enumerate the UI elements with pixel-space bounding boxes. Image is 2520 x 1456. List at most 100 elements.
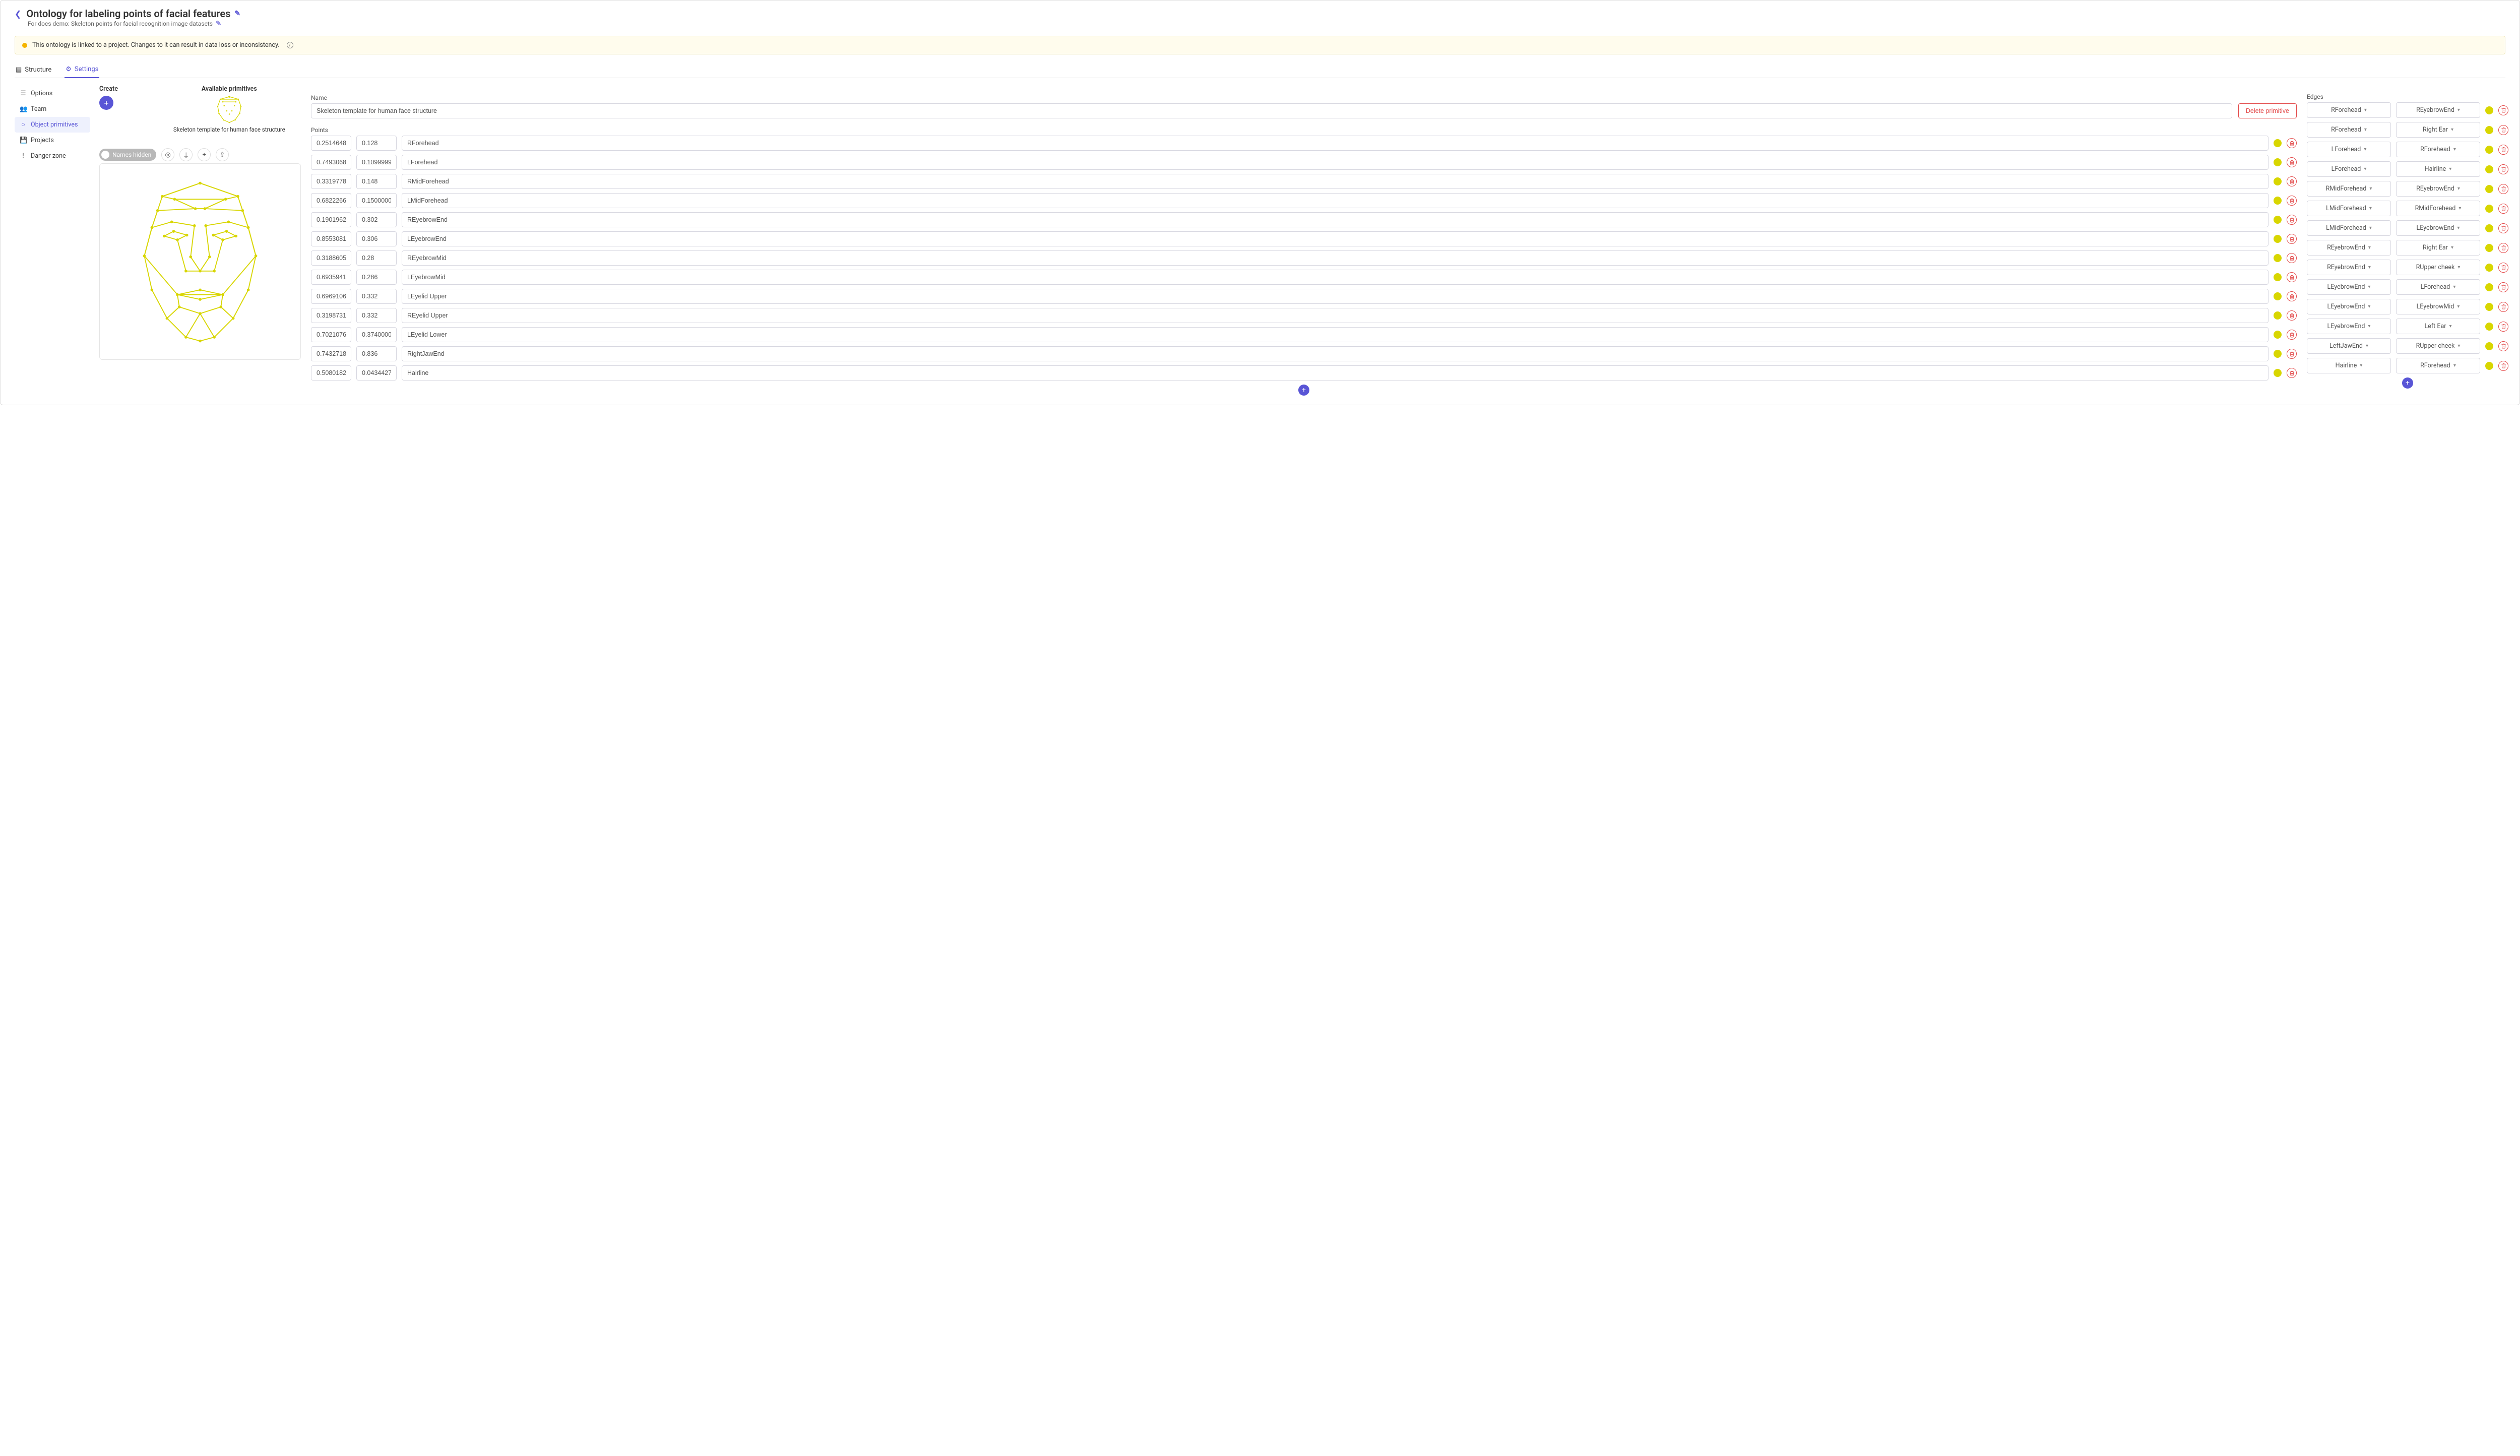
back-icon[interactable]: ❮ [15,9,21,19]
point-x-input[interactable] [311,155,351,170]
point-name-input[interactable] [402,212,2269,227]
edge-to-select[interactable]: LForehead▾ [2396,279,2480,295]
color-swatch[interactable] [2274,292,2282,300]
delete-point-button[interactable] [2287,330,2297,340]
edge-from-select[interactable]: LForehead▾ [2307,142,2391,157]
delete-point-button[interactable] [2287,196,2297,206]
color-swatch[interactable] [2485,185,2493,193]
add-edge-button[interactable]: + [2402,377,2413,389]
point-y-input[interactable] [356,289,397,304]
point-name-input[interactable] [402,308,2269,323]
point-x-input[interactable] [311,231,351,246]
point-x-input[interactable] [311,212,351,227]
point-x-input[interactable] [311,136,351,151]
point-name-input[interactable] [402,136,2269,151]
color-swatch[interactable] [2274,311,2282,320]
delete-edge-button[interactable] [2498,361,2508,371]
edge-to-select[interactable]: LEyebrowMid▾ [2396,299,2480,314]
edit-subtitle-icon[interactable]: ✎ [216,20,222,28]
point-name-input[interactable] [402,231,2269,246]
color-swatch[interactable] [2485,126,2493,134]
delete-edge-button[interactable] [2498,243,2508,253]
color-swatch[interactable] [2274,331,2282,339]
color-swatch[interactable] [2485,165,2493,173]
delete-edge-button[interactable] [2498,282,2508,292]
delete-edge-button[interactable] [2498,322,2508,332]
edge-to-select[interactable]: Right Ear▾ [2396,240,2480,256]
edge-to-select[interactable]: Right Ear▾ [2396,122,2480,138]
delete-point-button[interactable] [2287,291,2297,301]
color-swatch[interactable] [2485,146,2493,154]
skeleton-mode-button[interactable]: ⍊ [179,148,193,161]
edge-from-select[interactable]: RForehead▾ [2307,102,2391,118]
edge-from-select[interactable]: LEyebrowEnd▾ [2307,299,2391,314]
edge-from-select[interactable]: Hairline▾ [2307,358,2391,373]
edge-from-select[interactable]: REyebrowEnd▾ [2307,240,2391,256]
point-x-input[interactable] [311,250,351,266]
point-x-input[interactable] [311,308,351,323]
delete-edge-button[interactable] [2498,164,2508,174]
delete-edge-button[interactable] [2498,125,2508,135]
edge-to-select[interactable]: REyebrowEnd▾ [2396,102,2480,118]
add-point-button[interactable]: + [198,148,211,161]
point-name-input[interactable] [402,193,2269,208]
point-x-input[interactable] [311,327,351,342]
recenter-button[interactable]: ◎ [161,148,174,161]
point-name-input[interactable] [402,365,2269,381]
delete-edge-button[interactable] [2498,263,2508,273]
color-swatch[interactable] [2485,362,2493,370]
delete-point-button[interactable] [2287,157,2297,167]
edge-to-select[interactable]: REyebrowEnd▾ [2396,181,2480,197]
color-swatch[interactable] [2274,216,2282,224]
sidebar-item-projects[interactable]: 💾 Projects [15,133,90,148]
point-y-input[interactable] [356,250,397,266]
point-name-input[interactable] [402,155,2269,170]
point-y-input[interactable] [356,365,397,381]
point-y-input[interactable] [356,212,397,227]
delete-point-button[interactable] [2287,215,2297,225]
edge-from-select[interactable]: LEyebrowEnd▾ [2307,319,2391,334]
edge-to-select[interactable]: RForehead▾ [2396,142,2480,157]
color-swatch[interactable] [2485,244,2493,252]
point-y-input[interactable] [356,308,397,323]
delete-point-button[interactable] [2287,138,2297,148]
edit-title-icon[interactable]: ✎ [234,10,240,18]
color-swatch[interactable] [2274,254,2282,262]
delete-point-button[interactable] [2287,368,2297,378]
color-swatch[interactable] [2485,205,2493,213]
delete-edge-button[interactable] [2498,204,2508,214]
delete-edge-button[interactable] [2498,184,2508,194]
edge-to-select[interactable]: LEyebrowEnd▾ [2396,220,2480,236]
names-visibility-toggle[interactable]: Names hidden [99,149,156,161]
point-x-input[interactable] [311,270,351,285]
point-y-input[interactable] [356,346,397,361]
primitive-thumbnail[interactable] [213,95,245,123]
delete-edge-button[interactable] [2498,105,2508,115]
edge-to-select[interactable]: RForehead▾ [2396,358,2480,373]
edge-from-select[interactable]: LMidForehead▾ [2307,201,2391,216]
delete-point-button[interactable] [2287,272,2297,282]
edge-from-select[interactable]: LeftJawEnd▾ [2307,338,2391,354]
delete-point-button[interactable] [2287,349,2297,359]
point-name-input[interactable] [402,289,2269,304]
info-icon[interactable]: i [287,42,293,48]
edge-from-select[interactable]: LEyebrowEnd▾ [2307,279,2391,295]
edge-to-select[interactable]: RMidForehead▾ [2396,201,2480,216]
delete-edge-button[interactable] [2498,302,2508,312]
skeleton-canvas-card[interactable] [99,163,301,360]
color-swatch[interactable] [2274,177,2282,185]
color-swatch[interactable] [2485,323,2493,331]
edge-from-select[interactable]: LForehead▾ [2307,161,2391,177]
color-swatch[interactable] [2485,106,2493,114]
point-x-input[interactable] [311,193,351,208]
sidebar-item-object-primitives[interactable]: ○ Object primitives [15,117,90,133]
point-name-input[interactable] [402,327,2269,342]
point-y-input[interactable] [356,193,397,208]
color-swatch[interactable] [2274,197,2282,205]
point-x-input[interactable] [311,365,351,381]
point-y-input[interactable] [356,270,397,285]
delete-point-button[interactable] [2287,234,2297,244]
color-swatch[interactable] [2274,235,2282,243]
edge-to-select[interactable]: Hairline▾ [2396,161,2480,177]
point-y-input[interactable] [356,231,397,246]
